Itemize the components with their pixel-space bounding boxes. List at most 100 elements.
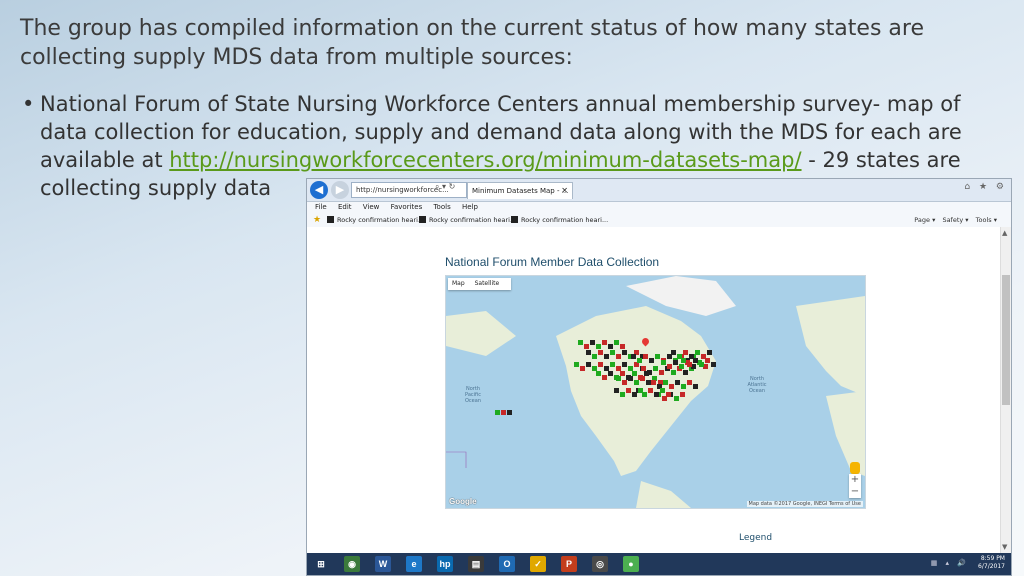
menu-tools[interactable]: Tools <box>433 203 450 211</box>
state-marker[interactable] <box>679 364 684 369</box>
state-marker[interactable] <box>580 366 585 371</box>
word-icon[interactable]: W <box>375 556 391 572</box>
state-marker[interactable] <box>507 410 512 415</box>
state-marker[interactable] <box>660 388 665 393</box>
menu-favorites[interactable]: Favorites <box>391 203 423 211</box>
state-marker[interactable] <box>590 340 595 345</box>
zoom-in-button[interactable]: + <box>849 474 861 486</box>
state-marker[interactable] <box>675 380 680 385</box>
favorite-link[interactable]: Rocky confirmation heari... <box>327 213 424 228</box>
state-marker[interactable] <box>707 350 712 355</box>
back-arrow-icon[interactable]: ◀ <box>310 181 328 199</box>
state-marker[interactable] <box>649 358 654 363</box>
eye-icon[interactable]: ◎ <box>592 556 608 572</box>
hp-icon[interactable]: hp <box>437 556 453 572</box>
state-marker[interactable] <box>653 366 658 371</box>
satellite-tab[interactable]: Satellite <box>475 280 500 287</box>
state-marker[interactable] <box>620 344 625 349</box>
menu-edit[interactable]: Edit <box>338 203 352 211</box>
safety-menu[interactable]: Safety ▾ <box>942 216 968 224</box>
clock[interactable]: 8:59 PM 6/7/2017 <box>978 555 1005 571</box>
state-marker[interactable] <box>705 358 710 363</box>
state-marker[interactable] <box>681 358 686 363</box>
state-marker[interactable] <box>574 362 579 367</box>
state-marker[interactable] <box>683 370 688 375</box>
favorites-star-icon[interactable]: ★ <box>313 213 321 228</box>
tools-menu[interactable]: Tools ▾ <box>976 216 997 224</box>
state-marker[interactable] <box>495 410 500 415</box>
menu-file[interactable]: File <box>315 203 327 211</box>
menu-view[interactable]: View <box>363 203 380 211</box>
state-marker[interactable] <box>608 371 613 376</box>
state-marker[interactable] <box>610 350 615 355</box>
menu-help[interactable]: Help <box>462 203 478 211</box>
map-tab[interactable]: Map <box>452 280 465 287</box>
state-marker[interactable] <box>683 350 688 355</box>
state-marker[interactable] <box>661 360 666 365</box>
state-marker[interactable] <box>699 362 704 367</box>
chat-icon[interactable]: ● <box>623 556 639 572</box>
address-controls[interactable]: ⌕ ▾ ↻ <box>435 182 455 192</box>
state-marker[interactable] <box>671 370 676 375</box>
state-marker[interactable] <box>693 358 698 363</box>
favorite-link[interactable]: Rocky confirmation heari... <box>511 213 608 228</box>
page-menu[interactable]: Page ▾ <box>914 216 935 224</box>
state-marker[interactable] <box>654 392 659 397</box>
state-marker[interactable] <box>655 354 660 359</box>
state-marker[interactable] <box>616 354 621 359</box>
state-marker[interactable] <box>626 388 631 393</box>
state-marker[interactable] <box>602 375 607 380</box>
state-marker[interactable] <box>608 344 613 349</box>
state-marker[interactable] <box>592 354 597 359</box>
state-marker[interactable] <box>622 380 627 385</box>
forward-arrow-icon[interactable]: ▶ <box>331 181 349 199</box>
state-marker[interactable] <box>680 392 685 397</box>
state-marker[interactable] <box>671 350 676 355</box>
system-tray[interactable]: ▦ ▴ 🔊 <box>931 559 969 567</box>
state-marker[interactable] <box>614 340 619 345</box>
state-marker[interactable] <box>628 376 633 381</box>
state-marker[interactable] <box>596 344 601 349</box>
chrome-icon[interactable]: ◉ <box>344 556 360 572</box>
state-marker[interactable] <box>620 392 625 397</box>
state-marker[interactable] <box>695 350 700 355</box>
map-widget[interactable]: Map Satellite North Pacific Ocean North … <box>445 275 866 509</box>
state-marker[interactable] <box>638 388 643 393</box>
state-marker[interactable] <box>604 354 609 359</box>
state-marker[interactable] <box>614 388 619 393</box>
state-marker[interactable] <box>586 362 591 367</box>
windows-start-icon[interactable]: ⊞ <box>313 556 329 572</box>
state-marker[interactable] <box>602 340 607 345</box>
scroll-thumb[interactable] <box>1002 275 1010 405</box>
page-scrollbar[interactable]: ▲ ▼ <box>1000 227 1011 553</box>
state-marker[interactable] <box>667 364 672 369</box>
state-marker[interactable] <box>598 362 603 367</box>
file-icon[interactable]: ▤ <box>468 556 484 572</box>
ie-icon[interactable]: e <box>406 556 422 572</box>
state-marker[interactable] <box>501 410 506 415</box>
state-marker[interactable] <box>643 354 648 359</box>
state-marker[interactable] <box>659 370 664 375</box>
state-marker[interactable] <box>674 396 679 401</box>
state-marker[interactable] <box>648 388 653 393</box>
scroll-down-icon[interactable]: ▼ <box>1002 543 1007 551</box>
state-marker[interactable] <box>616 376 621 381</box>
state-marker[interactable] <box>598 350 603 355</box>
state-marker[interactable] <box>578 340 583 345</box>
state-marker[interactable] <box>647 370 652 375</box>
state-marker[interactable] <box>641 366 646 371</box>
state-marker[interactable] <box>584 344 589 349</box>
state-marker[interactable] <box>632 392 637 397</box>
state-marker[interactable] <box>586 350 591 355</box>
state-marker[interactable] <box>669 384 674 389</box>
state-marker[interactable] <box>596 371 601 376</box>
state-marker[interactable] <box>631 354 636 359</box>
pegman-icon[interactable] <box>850 462 860 474</box>
map-link[interactable]: http://nursingworkforcecenters.org/minim… <box>169 148 801 172</box>
favorite-link[interactable]: Rocky confirmation heari... <box>419 213 516 228</box>
outlook-icon[interactable]: O <box>499 556 515 572</box>
browser-window-controls[interactable]: ⌂ ★ ⚙ <box>964 182 1007 192</box>
state-marker[interactable] <box>640 376 645 381</box>
state-marker[interactable] <box>637 358 642 363</box>
state-marker[interactable] <box>634 380 639 385</box>
